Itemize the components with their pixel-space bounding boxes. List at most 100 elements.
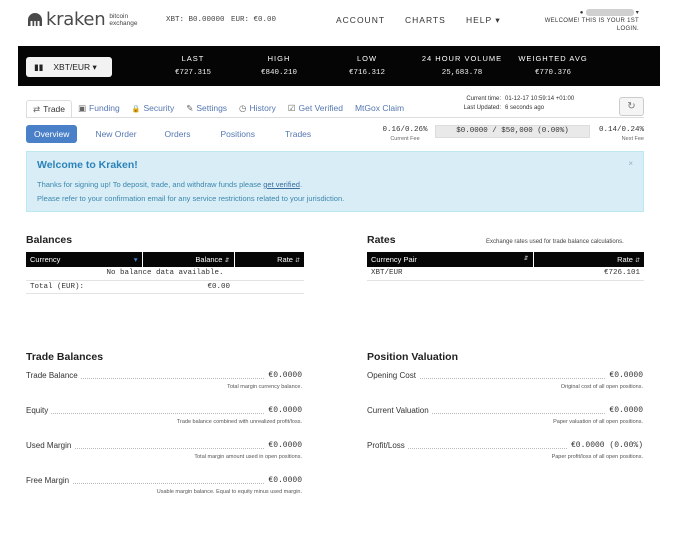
get-verified-link[interactable]: get verified bbox=[263, 180, 300, 189]
tab-label: Settings bbox=[196, 103, 228, 113]
subnav-positions[interactable]: Positions bbox=[213, 125, 264, 143]
kv-value: €0.0000 bbox=[606, 371, 643, 380]
ticker-high: HIGH €840.210 bbox=[254, 54, 304, 77]
current-fee-value: 0.16/0.26% bbox=[382, 126, 428, 134]
equity-item: Equity €0.0000 Trade balance combined wit… bbox=[26, 406, 302, 425]
tab-settings[interactable]: ✎ Settings bbox=[180, 100, 233, 118]
welcome-line-1: WELCOME! THIS IS YOUR 1ST bbox=[544, 18, 639, 25]
balances-header-balance[interactable]: Balance ⇵ bbox=[142, 252, 235, 267]
ticker-last: LAST €727.315 bbox=[168, 54, 218, 77]
balances-total-label: Total (EUR): bbox=[26, 280, 142, 294]
main-tabs: ⇄ Trade ▣ Funding 🔒 Security ✎ Settings ◷ His… bbox=[26, 100, 410, 118]
rates-note: Exchange rates used for trade balance ca… bbox=[486, 239, 624, 245]
ticker-value: €840.210 bbox=[260, 69, 297, 77]
xbt-balance: XBT: B0.00000 bbox=[166, 16, 225, 24]
current-time-label: Current time: bbox=[466, 96, 501, 102]
dropdown-caret-icon: ▾ bbox=[133, 255, 138, 264]
kv-value: €0.0000 (0.00%) bbox=[567, 441, 643, 450]
subnav-orders[interactable]: Orders bbox=[157, 125, 199, 143]
rates-header-rate[interactable]: Rate ⇵ bbox=[533, 252, 644, 267]
subnav-new-order[interactable]: New Order bbox=[87, 125, 144, 143]
header-label: Currency bbox=[30, 255, 61, 264]
current-fee: 0.16/0.26% Current Fee bbox=[375, 126, 435, 142]
tab-label: Security bbox=[143, 103, 175, 113]
kv-description: Paper valuation of all open positions. bbox=[553, 419, 643, 425]
lock-icon: 🔒 bbox=[131, 106, 141, 113]
alert-title: Welcome to Kraken! bbox=[37, 159, 138, 171]
top-header: kraken bitcoin exchange XBT: B0.00000 EU… bbox=[0, 0, 699, 45]
next-fee-label: Next Fee bbox=[621, 136, 644, 142]
kv-label: Profit/Loss bbox=[367, 441, 408, 450]
table-cell bbox=[234, 280, 304, 294]
kv-value: €0.0000 bbox=[606, 406, 643, 415]
logo-text: kraken bbox=[46, 9, 106, 30]
volume-progress: $0.0000 / $50,000 (0.00%) bbox=[435, 125, 590, 138]
wallet-icon: ▣ bbox=[78, 103, 87, 113]
tab-label: Trade bbox=[43, 104, 66, 114]
current-fee-label: Current Fee bbox=[390, 136, 420, 142]
last-updated-value: 6 seconds ago bbox=[505, 105, 545, 111]
subnav-overview[interactable]: Overview bbox=[26, 125, 78, 143]
kv-description: Total margin currency balance. bbox=[227, 384, 302, 390]
ticker-volume: 24 HOUR VOLUME 25,683.78 bbox=[412, 54, 512, 77]
ticker-value: €727.315 bbox=[174, 69, 211, 77]
ticker-low: LOW €716.312 bbox=[342, 54, 392, 77]
kv-value: €0.0000 bbox=[265, 441, 302, 450]
clock-icon: ◷ bbox=[239, 103, 247, 113]
rates-table: Currency Pair ⇵ Rate ⇵ XBT/EUR €726.101 bbox=[367, 252, 644, 281]
nav-charts[interactable]: CHARTS bbox=[405, 15, 446, 25]
alert-line-1: Thanks for signing up! To deposit, trade… bbox=[37, 179, 633, 190]
user-name-blurred bbox=[585, 9, 634, 16]
current-valuation-item: Current Valuation €0.0000 Paper valuation… bbox=[367, 406, 643, 425]
pair-select-button[interactable]: ▮▮ XBT/EUR ▾ bbox=[26, 57, 112, 77]
user-menu[interactable]: ● ▾ WELCOME! THIS IS YOUR 1ST LOGIN. bbox=[529, 9, 639, 33]
close-icon[interactable]: × bbox=[628, 159, 633, 168]
ticker-label: LOW bbox=[356, 54, 378, 63]
balances-header-rate[interactable]: Rate ⇵ bbox=[234, 252, 304, 267]
kv-label: Trade Balance bbox=[26, 371, 81, 380]
free-margin-item: Free Margin €0.0000 Usable margin balance… bbox=[26, 476, 302, 495]
tab-label: MtGox Claim bbox=[354, 103, 405, 113]
time-info: Current time: 01-12-17 10:59:14 +01:00 La… bbox=[455, 95, 575, 113]
kv-value: €0.0000 bbox=[265, 476, 302, 485]
last-updated-label: Last Updated: bbox=[463, 105, 501, 111]
sort-icon: ⇵ bbox=[294, 258, 300, 264]
kv-description: Paper profit/loss of all open positions. bbox=[551, 454, 643, 460]
kraken-logo-icon bbox=[28, 13, 42, 26]
tab-funding[interactable]: ▣ Funding bbox=[72, 100, 126, 118]
bar-chart-icon: ▮▮ bbox=[34, 61, 44, 72]
ticker-label: 24 HOUR VOLUME bbox=[421, 54, 503, 63]
ticker-bar: ▮▮ XBT/EUR ▾ LAST €727.315 HIGH €840.210… bbox=[18, 46, 660, 86]
tab-label: Get Verified bbox=[298, 103, 343, 113]
tab-security[interactable]: 🔒 Security bbox=[126, 100, 180, 118]
position-valuation-title: Position Valuation bbox=[367, 351, 459, 363]
user-icon: ● bbox=[579, 10, 584, 17]
kv-description: Trade balance combined with unrealized p… bbox=[176, 419, 302, 425]
logo-subtitle: bitcoin exchange bbox=[109, 13, 138, 27]
ticker-value: €716.312 bbox=[348, 69, 385, 77]
table-row: Total (EUR): €0.00 bbox=[26, 280, 304, 294]
checkbox-icon: ☑ bbox=[287, 103, 296, 113]
rates-header-pair[interactable]: Currency Pair ⇵ bbox=[367, 252, 534, 267]
header-label: Rate bbox=[277, 255, 293, 264]
refresh-button[interactable]: ↻ bbox=[619, 97, 644, 116]
rates-title: Rates bbox=[367, 234, 396, 246]
welcome-alert: Welcome to Kraken! Thanks for signing up… bbox=[26, 151, 644, 212]
ticker-value: 25,683.78 bbox=[441, 69, 483, 77]
tab-trade[interactable]: ⇄ Trade bbox=[26, 100, 73, 118]
kraken-logo[interactable]: kraken bitcoin exchange bbox=[27, 10, 139, 30]
tab-get-verified[interactable]: ☑ Get Verified bbox=[282, 100, 349, 118]
current-time-value: 01-12-17 10:59:14 +01:00 bbox=[505, 96, 575, 102]
balances-header-currency[interactable]: Currency ▾ bbox=[26, 252, 143, 267]
wrench-icon: ✎ bbox=[186, 103, 194, 113]
sort-icon: ⇵ bbox=[224, 258, 230, 264]
tab-history[interactable]: ◷ History bbox=[233, 100, 282, 118]
rates-pair-cell: XBT/EUR bbox=[367, 267, 533, 281]
nav-help[interactable]: HELP ▾ bbox=[466, 15, 501, 26]
pair-select-label: XBT/EUR ▾ bbox=[53, 61, 97, 72]
profit-loss-item: Profit/Loss €0.0000 (0.00%) Paper profit/… bbox=[367, 441, 643, 460]
eur-balance: EUR: €0.00 bbox=[231, 16, 277, 24]
subnav-trades[interactable]: Trades bbox=[277, 125, 319, 143]
tab-mtgox-claim[interactable]: MtGox Claim bbox=[349, 100, 410, 118]
nav-account[interactable]: ACCOUNT bbox=[336, 15, 385, 25]
